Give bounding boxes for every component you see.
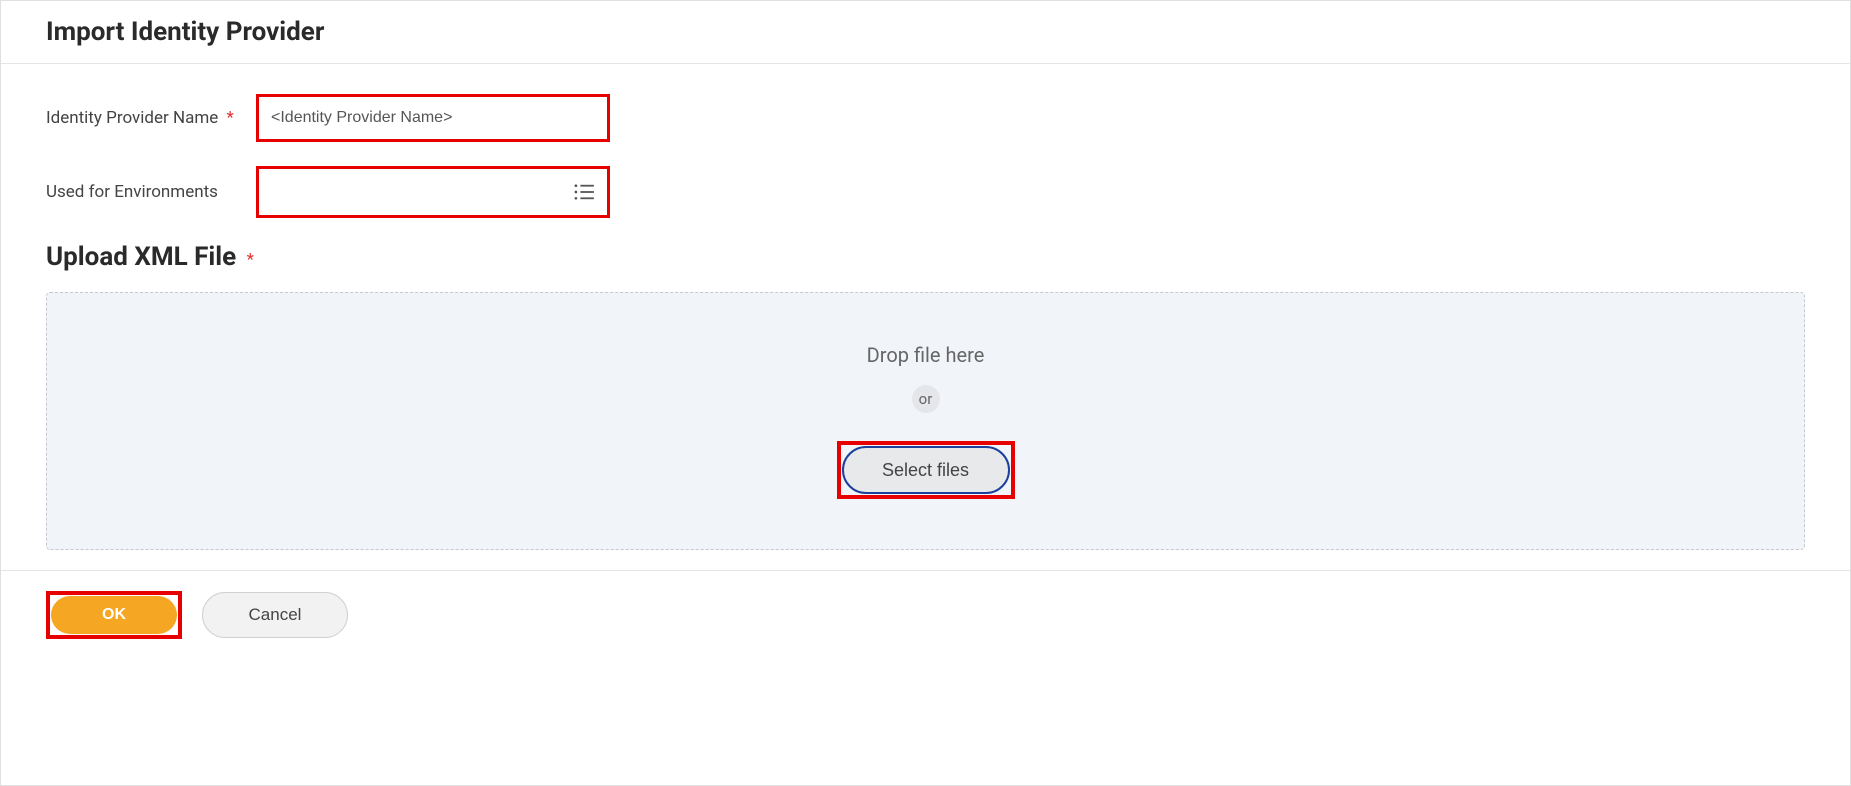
idp-name-label: Identity Provider Name * [46,108,256,128]
idp-name-row: Identity Provider Name * [46,94,1805,142]
environments-label: Used for Environments [46,182,256,202]
ok-highlight: OK [46,591,182,639]
select-files-highlight: Select files [837,441,1015,499]
environments-label-text: Used for Environments [46,182,218,202]
upload-section-title: Upload XML File * [46,242,1805,272]
or-divider: or [912,385,940,413]
select-files-button[interactable]: Select files [842,446,1010,494]
drop-file-text: Drop file here [67,343,1784,367]
file-dropzone[interactable]: Drop file here or Select files [46,292,1805,550]
idp-name-input[interactable] [256,94,610,142]
ok-button[interactable]: OK [51,596,177,634]
page-header: Import Identity Provider [1,1,1850,64]
environments-select[interactable] [256,166,610,218]
idp-name-label-text: Identity Provider Name [46,108,218,128]
list-picker-icon [573,183,595,201]
required-asterisk: * [247,250,254,270]
environments-select-wrap [256,166,610,218]
dialog-footer: OK Cancel [1,570,1850,659]
upload-title-text: Upload XML File [46,242,236,272]
form-content: Identity Provider Name * Used for Enviro… [1,64,1850,570]
required-asterisk: * [227,108,234,128]
cancel-button[interactable]: Cancel [202,592,348,638]
page-title: Import Identity Provider [46,17,1805,47]
environments-row: Used for Environments [46,166,1805,218]
idp-name-input-wrap [256,94,610,142]
